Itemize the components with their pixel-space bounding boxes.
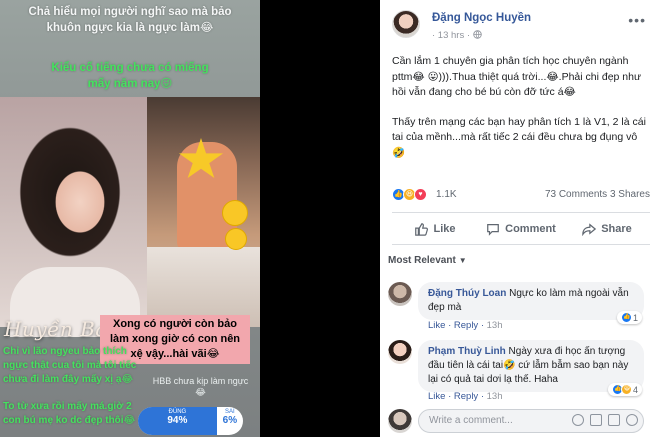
comment-item: Đặng Thúy Loan Ngực ko làm mà ngoài vẫn … <box>388 282 652 332</box>
commenter-avatar[interactable] <box>388 340 412 364</box>
post-timestamp[interactable]: · 13 hrs · <box>432 30 482 41</box>
love-reaction-icon: ♥ <box>414 188 427 201</box>
story-caption-bottom-2: To từ xưa rồi mấy má.giờ 2 con bú mẹ ko … <box>3 401 136 426</box>
post-header: Đặng Ngọc Huyền · 13 hrs · ••• <box>392 8 652 44</box>
story-caption-top: Chả hiểu mọi người nghĩ sao mà bảo khuôn… <box>28 6 232 34</box>
comment-share-count[interactable]: 73 Comments 3 Shares <box>545 189 650 200</box>
comment-sort-dropdown[interactable]: Most Relevant ▼ <box>388 255 467 266</box>
thumbs-up-icon <box>415 222 429 236</box>
comment-reaction-badge[interactable]: 👍 😆 4 <box>608 383 642 396</box>
comment-reply-link[interactable]: Reply <box>454 320 478 331</box>
photo-girl <box>0 97 150 337</box>
post-paragraph: Cần lắm 1 chuyên gia phân tích học chuyê… <box>392 55 641 98</box>
commenter-avatar[interactable] <box>388 282 412 306</box>
commenter-name[interactable]: Đặng Thúy Loan <box>428 288 506 299</box>
post-paragraph: Thấy trên mạng các bạn hay phân tích 1 l… <box>392 115 646 159</box>
comment-reaction-badge[interactable]: 👍 1 <box>617 311 642 324</box>
reaction-count[interactable]: 1.1K <box>436 189 457 200</box>
share-arrow-icon <box>582 222 597 236</box>
sticker-icon[interactable] <box>626 414 638 426</box>
facebook-post: Đặng Ngọc Huyền · 13 hrs · ••• Cần lắm 1… <box>380 0 660 437</box>
write-comment-row: Write a comment... <box>388 408 652 434</box>
poll-option-no[interactable]: SAI 6% <box>217 407 243 435</box>
post-author-name[interactable]: Đặng Ngọc Huyền <box>432 12 531 24</box>
post-action-bar: Like Comment Share <box>392 212 650 245</box>
story-caption-bottom: Chỉ vì lão ngyeu bảo thích ngực thật cua… <box>3 346 137 385</box>
comment-actions: Like · Reply · 13h <box>428 391 503 402</box>
comment-time[interactable]: 13h <box>487 391 503 402</box>
story-caption-green: Kiểu cố tiếng chưa có miếng mấy năm nay😜 <box>51 62 209 90</box>
commenter-name[interactable]: Phạm Thuỳ Linh <box>428 346 506 357</box>
like-reaction-icon: 👍 <box>621 312 633 323</box>
story-image: Chả hiểu mọi người nghĩ sao mà bảo khuôn… <box>0 0 260 437</box>
current-user-avatar <box>388 409 412 433</box>
emoji-icon[interactable] <box>572 414 584 426</box>
comment-reply-link[interactable]: Reply <box>454 391 478 402</box>
globe-icon <box>472 30 482 39</box>
post-body: Cần lắm 1 chuyên gia phân tích học chuyê… <box>392 54 650 175</box>
comment-icon <box>487 223 499 236</box>
comment-actions: Like · Reply · 13h <box>428 320 503 331</box>
author-avatar[interactable] <box>392 10 420 38</box>
story-small-caption: HBB chưa kịp làm ngực😂 <box>152 376 249 397</box>
comment-button[interactable]: Comment <box>478 213 564 244</box>
more-options-icon[interactable]: ••• <box>628 12 646 28</box>
comment-bubble: Đặng Thúy Loan Ngực ko làm mà ngoài vẫn … <box>418 282 644 320</box>
gif-icon[interactable] <box>608 414 620 426</box>
poll-widget[interactable]: ĐÚNG 94% SAI 6% <box>138 407 243 435</box>
caret-down-icon: ▼ <box>458 256 467 265</box>
poll-option-yes[interactable]: ĐÚNG 94% <box>138 407 217 435</box>
comment-like-link[interactable]: Like <box>428 320 445 331</box>
camera-icon[interactable] <box>590 414 602 426</box>
comment-item: Phạm Thuỳ Linh Ngày xưa đi học ấn tượng … <box>388 340 652 402</box>
like-button[interactable]: Like <box>392 213 478 244</box>
share-button[interactable]: Share <box>564 213 650 244</box>
reactions-summary[interactable]: 👍 😆 ♥ 1.1K 73 Comments 3 Shares <box>392 188 650 204</box>
dark-background <box>260 0 380 437</box>
comment-like-link[interactable]: Like <box>428 391 445 402</box>
laughing-emoji-icon <box>225 228 247 250</box>
comment-time[interactable]: 13h <box>487 320 503 331</box>
haha-reaction-icon: 😆 <box>621 384 633 395</box>
laughing-emoji-icon <box>222 200 248 226</box>
